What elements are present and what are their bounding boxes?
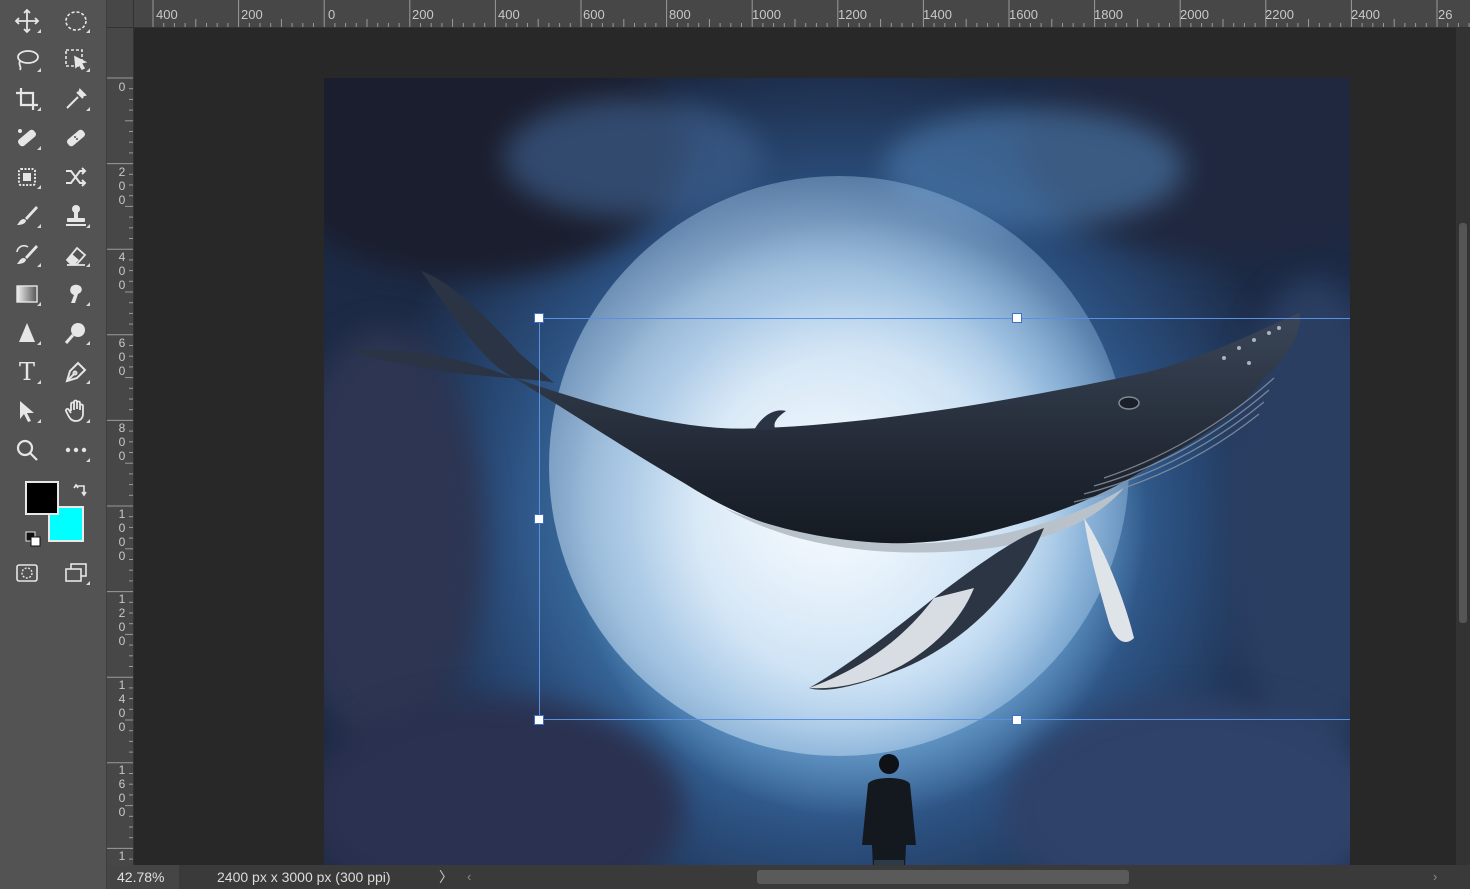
- ruler-label: 200: [412, 7, 434, 22]
- status-bar: 42.78% 2400 px x 3000 px (300 ppi) 〉 ‹ ›: [107, 865, 1470, 889]
- vertical-scrollbar[interactable]: [1456, 28, 1470, 865]
- dodge-tool[interactable]: [56, 316, 96, 350]
- crop-tool[interactable]: [7, 82, 47, 116]
- ruler-label: 400: [498, 7, 520, 22]
- horizontal-scroll-thumb[interactable]: [757, 870, 1129, 884]
- zoom-icon: [16, 439, 38, 461]
- zoom-level-field[interactable]: 42.78%: [107, 865, 179, 889]
- marquee-tool[interactable]: [56, 4, 96, 38]
- eraser-tool[interactable]: [56, 238, 96, 272]
- quick-mask-icon: [16, 564, 38, 582]
- horizontal-ruler[interactable]: 400 200 0 200 400 600 800 1000 1200 1400…: [134, 0, 1470, 28]
- ruler-label: 400: [156, 7, 178, 22]
- quick-mask-button[interactable]: [7, 556, 47, 590]
- canvas-workspace[interactable]: [134, 28, 1456, 865]
- type-tool[interactable]: T: [7, 355, 47, 389]
- person-silhouette: [862, 754, 916, 865]
- transform-handle-top-left[interactable]: [534, 313, 544, 323]
- bandage-icon: [66, 129, 86, 147]
- shuffle-icon: [66, 167, 87, 187]
- ruler-label: 200: [118, 165, 126, 207]
- clone-stamp-tool[interactable]: [56, 199, 96, 233]
- ruler-label: 800: [118, 421, 126, 463]
- screen-mode-button[interactable]: [56, 556, 96, 590]
- content-aware-move-tool[interactable]: [56, 160, 96, 194]
- swap-colors-icon[interactable]: [72, 480, 90, 498]
- foreground-color-swatch[interactable]: [25, 481, 59, 515]
- ruler-label: 1800: [1094, 7, 1123, 22]
- more-tools[interactable]: [56, 433, 96, 467]
- tools-panel: T: [0, 0, 107, 889]
- transform-handle-top[interactable]: [1012, 313, 1022, 323]
- ruler-label: 200: [241, 7, 263, 22]
- ruler-label: 1000: [752, 7, 781, 22]
- spot-healing-tool[interactable]: [7, 121, 47, 155]
- ruler-label: 26: [1438, 7, 1453, 22]
- ruler-label: 1200: [118, 592, 126, 648]
- sharpen-tool[interactable]: [7, 316, 47, 350]
- scroll-right-arrow-icon[interactable]: ›: [1433, 868, 1437, 886]
- patch-tool[interactable]: [7, 160, 47, 194]
- default-colors-icon[interactable]: [25, 531, 41, 547]
- healing-brush-tool[interactable]: [56, 121, 96, 155]
- transform-handle-bottom[interactable]: [1012, 715, 1022, 725]
- status-menu-arrow[interactable]: 〉: [439, 865, 453, 889]
- ruler-label: 2400: [1351, 7, 1380, 22]
- scroll-left-arrow-icon[interactable]: ‹: [467, 868, 471, 886]
- eyedropper-tool[interactable]: [56, 82, 96, 116]
- zoom-tool[interactable]: [7, 433, 47, 467]
- smudge-tool[interactable]: [56, 277, 96, 311]
- horizontal-scrollbar[interactable]: ‹ ›: [457, 868, 1447, 886]
- type-icon: T: [18, 358, 35, 386]
- object-selection-tool[interactable]: [56, 43, 96, 77]
- ruler-label: 1600: [1009, 7, 1038, 22]
- ruler-label: 0: [118, 80, 126, 94]
- transform-handle-bottom-left[interactable]: [534, 715, 544, 725]
- gradient-tool[interactable]: [7, 277, 47, 311]
- ruler-label: 1400: [118, 678, 126, 734]
- ruler-label: 1200: [838, 7, 867, 22]
- document-info: 2400 px x 3000 px (300 ppi): [217, 869, 391, 885]
- move-tool[interactable]: [7, 4, 47, 38]
- ruler-label: 1000: [118, 507, 126, 563]
- ruler-label: 1400: [923, 7, 952, 22]
- ruler-label: 1: [118, 849, 126, 863]
- transform-handle-left[interactable]: [534, 514, 544, 524]
- ruler-label: 2200: [1265, 7, 1294, 22]
- lasso-tool[interactable]: [7, 43, 47, 77]
- ruler-label: 800: [669, 7, 691, 22]
- hand-tool[interactable]: [56, 394, 96, 428]
- ruler-label: 0: [328, 7, 336, 22]
- ruler-origin[interactable]: [107, 0, 134, 28]
- vertical-ruler[interactable]: 0 200 400 600 800 1000 1200 1400 1600 1: [107, 28, 134, 865]
- pen-tool[interactable]: [56, 355, 96, 389]
- ruler-label: 600: [118, 336, 126, 378]
- ruler-label: 600: [583, 7, 605, 22]
- ruler-label: 400: [118, 250, 126, 292]
- history-brush-tool[interactable]: [7, 238, 47, 272]
- ruler-label: 2000: [1180, 7, 1209, 22]
- transform-bounding-box[interactable]: [534, 313, 1350, 725]
- ruler-label: 1600: [118, 763, 126, 819]
- path-selection-tool[interactable]: [7, 394, 47, 428]
- brush-tool[interactable]: [7, 199, 47, 233]
- vertical-scroll-thumb[interactable]: [1459, 223, 1467, 623]
- document-canvas[interactable]: [324, 78, 1350, 865]
